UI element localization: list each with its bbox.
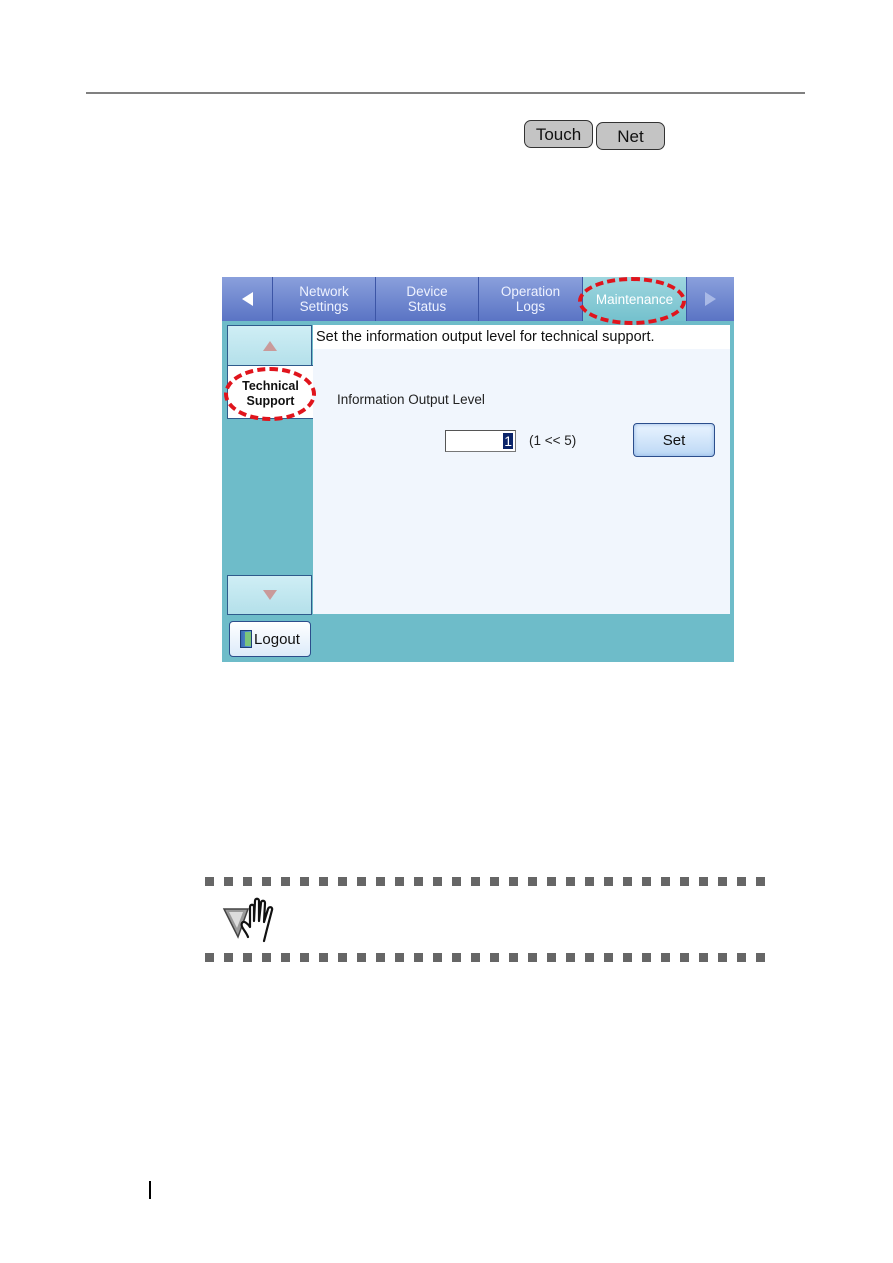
sidebar-item-label-line1: Technical: [242, 379, 299, 393]
tab-label-line2: Status: [407, 299, 447, 314]
sidebar-scroll-down-button[interactable]: [227, 575, 312, 615]
tab-scroll-left-button[interactable]: [222, 277, 272, 321]
content-panel: Set the information output level for tec…: [313, 325, 730, 614]
tab-scroll-right-button[interactable]: [686, 277, 734, 321]
tab-label-line1: Network: [299, 284, 349, 299]
footer-rule: [149, 1181, 151, 1199]
device-screen: Network Settings Device Status Operation Lo…: [222, 277, 734, 662]
tab-label: Maintenance: [595, 291, 674, 307]
door-icon: [240, 630, 253, 648]
logout-button[interactable]: Logout: [229, 621, 311, 657]
triangle-up-icon: [262, 340, 277, 351]
triangle-right-icon: [705, 292, 716, 306]
tab-maintenance[interactable]: Maintenance: [582, 277, 686, 321]
output-level-input[interactable]: 1: [445, 430, 516, 452]
set-button[interactable]: Set: [633, 423, 715, 457]
sidebar-item-technical-support[interactable]: Technical Support: [227, 365, 313, 419]
header-rule: [86, 92, 805, 94]
tab-label-line2: Logs: [515, 299, 546, 314]
net-badge: Net: [596, 122, 665, 150]
sidebar-item-label-line2: Support: [246, 394, 295, 408]
range-hint: (1 << 5): [529, 433, 577, 448]
triangle-down-icon: [262, 590, 277, 600]
output-level-label: Information Output Level: [337, 392, 485, 407]
output-level-value: 1: [503, 433, 513, 449]
hand-stop-icon: [222, 897, 274, 943]
tab-network-settings[interactable]: Network Settings: [272, 277, 375, 321]
tab-label-line1: Device: [406, 284, 448, 299]
hint-border-top: [205, 877, 765, 886]
content-heading: Set the information output level for tec…: [313, 325, 730, 349]
tab-device-status[interactable]: Device Status: [375, 277, 478, 321]
logout-label: Logout: [254, 630, 300, 648]
sidebar-scroll-up-button[interactable]: [227, 325, 312, 365]
tab-bar: Network Settings Device Status Operation Lo…: [222, 277, 734, 321]
hint-border-bottom: [205, 953, 765, 962]
touch-badge: Touch: [524, 120, 593, 148]
triangle-left-icon: [241, 292, 253, 306]
tab-label-line2: Settings: [299, 299, 349, 314]
tab-operation-logs[interactable]: Operation Logs: [478, 277, 582, 321]
tab-label-line1: Operation: [500, 284, 561, 299]
